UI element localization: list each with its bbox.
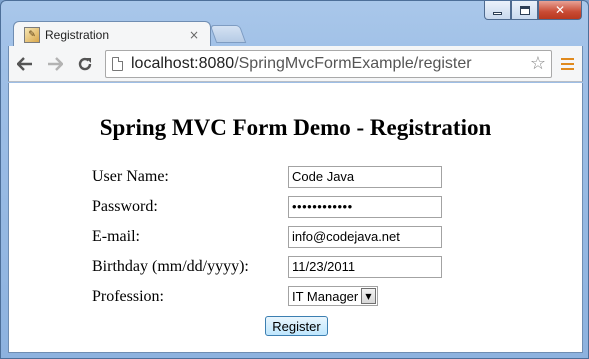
favicon-icon: ✎: [24, 26, 40, 43]
birthday-label: Birthday (mm/dd/yyyy):: [92, 258, 249, 275]
tab-title: Registration: [45, 27, 110, 42]
email-input[interactable]: info@codejava.net: [288, 226, 442, 248]
register-button[interactable]: Register: [265, 316, 328, 336]
maximize-button[interactable]: [511, 1, 538, 20]
hamburger-menu-icon: [560, 57, 574, 60]
close-icon: ✕: [554, 3, 566, 17]
tab-registration[interactable]: ✎ Registration ×: [13, 21, 211, 47]
arrow-right-icon: [48, 56, 63, 71]
birthday-input[interactable]: 11/23/2011: [288, 256, 442, 278]
password-row: Password: ••••••••••••: [92, 196, 452, 218]
new-tab-button[interactable]: [209, 25, 247, 43]
tab-close-icon[interactable]: ×: [186, 28, 202, 42]
forward-button[interactable]: [41, 50, 69, 78]
browser-toolbar: localhost:8080/SpringMvcFormExample/regi…: [8, 46, 583, 82]
back-button[interactable]: [11, 50, 39, 78]
browser-window: ✕ ✎ Registration × localhost:8080/Spring: [0, 0, 589, 359]
password-input[interactable]: ••••••••••••: [288, 196, 442, 218]
profession-row: Profession: IT Manager ▼: [92, 286, 452, 308]
minimize-icon: [493, 11, 502, 15]
username-input[interactable]: Code Java: [288, 166, 442, 188]
maximize-icon: [519, 5, 530, 15]
email-label: E-mail:: [92, 228, 140, 245]
username-row: User Name: Code Java: [92, 166, 452, 188]
email-row: E-mail: info@codejava.net: [92, 226, 452, 248]
reload-button[interactable]: [71, 50, 99, 78]
close-window-button[interactable]: ✕: [538, 1, 582, 20]
address-bar[interactable]: localhost:8080/SpringMvcFormExample/regi…: [105, 49, 552, 78]
birthday-row: Birthday (mm/dd/yyyy): 11/23/2011: [92, 256, 452, 278]
browser-menu-button[interactable]: [552, 50, 582, 78]
arrow-left-icon: [17, 56, 32, 71]
password-label: Password:: [92, 198, 158, 215]
page-title: Spring MVC Form Demo - Registration: [99, 115, 492, 140]
page-content: Spring MVC Form Demo - Registration User…: [8, 83, 583, 353]
url-host: localhost:8080: [131, 54, 235, 72]
username-label: User Name:: [92, 168, 169, 185]
profession-select[interactable]: IT Manager ▼: [288, 286, 378, 306]
url-text[interactable]: localhost:8080/SpringMvcFormExample/regi…: [131, 55, 525, 73]
minimize-button[interactable]: [484, 1, 511, 20]
chevron-down-icon[interactable]: ▼: [361, 288, 376, 304]
page-icon: [112, 56, 123, 71]
reload-icon: [78, 57, 92, 70]
star-icon[interactable]: ☆: [525, 53, 551, 74]
url-path: /SpringMvcFormExample/register: [234, 54, 472, 72]
window-controls: ✕: [484, 1, 582, 21]
profession-select-value: IT Manager: [292, 288, 359, 304]
profession-label: Profession:: [92, 288, 164, 305]
